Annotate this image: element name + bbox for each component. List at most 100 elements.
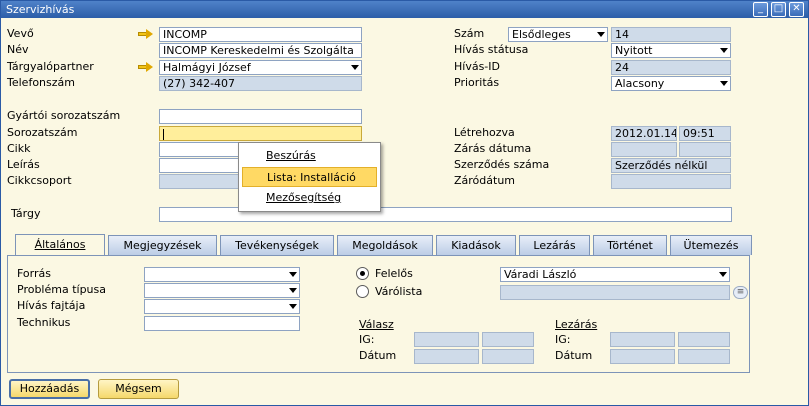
forras-label: Forrás xyxy=(17,267,51,280)
context-menu: Beszúrás Lista: Installáció Mezősegítség xyxy=(238,142,381,212)
chevron-down-icon xyxy=(289,272,297,277)
text-cursor xyxy=(163,128,164,140)
queue-field xyxy=(500,285,730,300)
statusz-label: Hívás státusa xyxy=(454,43,529,56)
response-header: Válasz xyxy=(359,318,394,331)
call-id-label: Hívás-ID xyxy=(454,60,500,73)
fajta-label: Hívás fajtája xyxy=(17,299,86,312)
number-series-value: Elsődleges xyxy=(512,28,571,41)
closing-ig-time xyxy=(678,332,730,347)
technikus-label: Technikus xyxy=(17,316,71,329)
contact-person-select[interactable]: Halmágyi József xyxy=(159,60,362,75)
end-date-field xyxy=(611,174,731,189)
responsible-value: Váradi László xyxy=(504,268,577,281)
link-arrow-icon[interactable] xyxy=(138,29,154,39)
partner-label: Tárgyalópartner xyxy=(7,60,94,73)
close-icon[interactable]: ✕ xyxy=(789,2,804,17)
szam-label: Szám xyxy=(454,27,485,40)
menu-item-field-help-label: Mezősegítség xyxy=(266,191,342,204)
tab-schedule-label: Ütemezés xyxy=(683,239,739,252)
title-bar: Szervizhívás _ □ ✕ xyxy=(1,1,808,18)
status-select[interactable]: Nyitott xyxy=(611,43,731,58)
priority-select[interactable]: Alacsony xyxy=(611,76,731,91)
closing-header: Lezárás xyxy=(555,318,598,331)
response-datum-label: Dátum xyxy=(359,349,397,362)
more-icon[interactable]: ≡ xyxy=(733,286,748,299)
tab-general[interactable]: Általános xyxy=(15,234,105,256)
szerzodes-label: Szerződés száma xyxy=(454,158,550,171)
chevron-down-icon xyxy=(351,65,359,70)
tab-expenses-label: Kiadások xyxy=(451,239,501,252)
responsible-radio[interactable] xyxy=(356,267,369,280)
response-time xyxy=(482,349,534,364)
menu-item-field-help[interactable]: Mezősegítség xyxy=(242,188,377,208)
prioritas-label: Prioritás xyxy=(454,76,500,89)
problema-label: Probléma típusa xyxy=(17,283,107,296)
tab-general-label: Általános xyxy=(34,238,86,251)
gyartoi-label: Gyártói sorozatszám xyxy=(7,109,121,122)
phone-field: (27) 342-407 xyxy=(159,76,362,91)
closing-ig-label: IG: xyxy=(555,333,571,346)
service-call-window: Szervizhívás _ □ ✕ Vevő INCOMP Név INCOM… xyxy=(0,0,809,406)
chevron-down-icon xyxy=(720,48,728,53)
menu-item-list-installation[interactable]: Lista: Installáció xyxy=(242,167,377,187)
origin-select[interactable] xyxy=(144,267,300,282)
created-date-field: 2012.01.14 xyxy=(611,126,677,141)
responsible-select[interactable]: Váradi László xyxy=(500,267,730,282)
chevron-down-icon xyxy=(719,272,727,277)
tab-closing-label: Lezárás xyxy=(533,239,576,252)
customer-field[interactable]: INCOMP xyxy=(159,27,362,42)
priority-value: Alacsony xyxy=(615,77,665,90)
number-series-select[interactable]: Elsődleges xyxy=(508,27,608,42)
name-field[interactable]: INCOMP Kereskedelmi és Szolgálta xyxy=(159,43,362,58)
number-field: 14 xyxy=(611,27,731,42)
closing-date-field xyxy=(611,142,677,157)
felelos-label: Felelős xyxy=(375,267,413,280)
minimize-icon[interactable]: _ xyxy=(753,2,768,17)
leiras-label: Leírás xyxy=(7,158,40,171)
link-arrow-icon[interactable] xyxy=(138,62,154,72)
contract-field: Szerződés nélkül xyxy=(611,158,731,173)
closing-time-field xyxy=(679,142,731,157)
tab-activities[interactable]: Tevékenységek xyxy=(220,235,334,255)
sorozat-label: Sorozatszám xyxy=(7,126,78,139)
contact-person-value: Halmágyi József xyxy=(163,61,251,74)
chevron-down-icon xyxy=(289,288,297,293)
menu-item-list-label: Lista: Installáció xyxy=(267,171,356,184)
add-button[interactable]: Hozzáadás xyxy=(9,379,90,399)
description-field[interactable] xyxy=(159,158,239,173)
problem-type-select[interactable] xyxy=(144,283,300,298)
status-value: Nyitott xyxy=(615,44,653,57)
queue-radio[interactable] xyxy=(356,285,369,298)
technician-field[interactable] xyxy=(144,316,300,331)
maximize-icon[interactable]: □ xyxy=(771,2,786,17)
menu-item-insert-label: Beszúrás xyxy=(266,149,316,162)
tab-expenses[interactable]: Kiadások xyxy=(436,235,516,255)
tab-history[interactable]: Történet xyxy=(593,235,667,255)
chevron-down-icon xyxy=(720,81,728,86)
letrehozva-label: Létrehozva xyxy=(454,126,515,139)
cikk-label: Cikk xyxy=(7,142,31,155)
tab-solutions[interactable]: Megoldások xyxy=(337,235,433,255)
closing-ig-date xyxy=(610,332,675,347)
cancel-button[interactable]: Mégsem xyxy=(98,379,179,399)
call-type-select[interactable] xyxy=(144,299,300,314)
response-ig-label: IG: xyxy=(359,333,375,346)
mfr-serial-field[interactable] xyxy=(159,109,362,124)
item-field[interactable] xyxy=(159,142,239,157)
tab-notes[interactable]: Megjegyzések xyxy=(108,235,217,255)
vevo-label: Vevő xyxy=(7,27,34,40)
closing-time xyxy=(678,349,730,364)
tab-schedule[interactable]: Ütemezés xyxy=(670,235,752,255)
tab-history-label: Történet xyxy=(607,239,653,252)
closing-date xyxy=(610,349,675,364)
tab-activities-label: Tevékenységek xyxy=(235,239,319,252)
menu-item-insert[interactable]: Beszúrás xyxy=(242,146,377,166)
closing-datum-label: Dátum xyxy=(555,349,593,362)
serial-number-field[interactable] xyxy=(159,126,362,141)
tab-closing[interactable]: Lezárás xyxy=(519,235,590,255)
tab-solutions-label: Megoldások xyxy=(352,239,418,252)
call-id-field: 24 xyxy=(611,60,731,75)
cikkcsoport-label: Cikkcsoport xyxy=(7,174,72,187)
window-title: Szervizhívás xyxy=(6,3,75,16)
